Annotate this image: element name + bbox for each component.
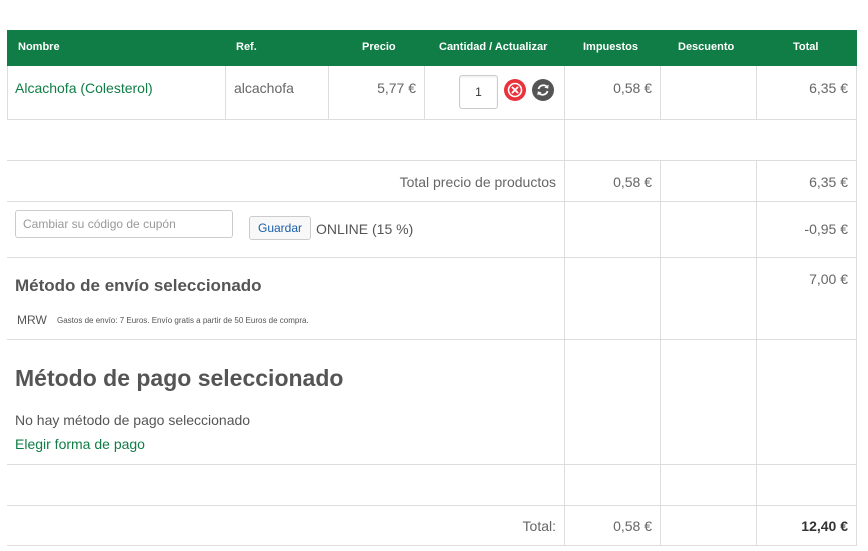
header-ref: Ref.	[236, 41, 257, 53]
subtotal-tax: 0,58 €	[613, 174, 652, 190]
divider	[856, 66, 857, 545]
payment-heading: Método de pago seleccionado	[15, 365, 344, 391]
subtotal-total: 6,35 €	[809, 174, 848, 190]
divider	[7, 257, 857, 258]
header-descuento: Descuento	[678, 41, 735, 53]
divider	[756, 66, 757, 119]
header-impuestos: Impuestos	[583, 41, 639, 53]
divider	[7, 119, 857, 120]
divider	[660, 160, 661, 545]
divider	[328, 66, 329, 119]
shipping-note: Gastos de envío: 7 Euros. Envío gratis a…	[57, 316, 309, 325]
refresh-icon	[537, 84, 549, 96]
shipping-carrier: MRW	[17, 313, 47, 327]
product-tax: 0,58 €	[613, 80, 652, 96]
header-precio: Precio	[362, 41, 396, 53]
header-total: Total	[793, 41, 819, 53]
refresh-button[interactable]	[532, 79, 554, 101]
divider	[7, 464, 857, 465]
divider	[7, 545, 857, 546]
divider	[7, 201, 857, 202]
product-total: 6,35 €	[809, 80, 848, 96]
divider	[7, 505, 857, 506]
shipping-cost: 7,00 €	[809, 271, 848, 287]
table-header: Nombre Ref. Precio Cantidad / Actualizar…	[7, 30, 857, 66]
product-ref: alcachofa	[234, 80, 294, 96]
save-coupon-button[interactable]: Guardar	[249, 216, 311, 240]
close-circle-icon	[507, 82, 523, 98]
shipping-heading: Método de envío seleccionado	[15, 276, 262, 295]
remove-button[interactable]	[504, 79, 526, 101]
coupon-discount: -0,95 €	[804, 221, 848, 237]
divider	[564, 66, 565, 545]
divider	[660, 66, 661, 119]
grand-total-tax: 0,58 €	[613, 518, 652, 534]
divider	[7, 160, 857, 161]
quantity-input[interactable]: 1	[459, 75, 498, 109]
divider	[225, 66, 226, 119]
grand-total-value: 12,40 €	[801, 518, 848, 534]
coupon-applied: ONLINE (15 %)	[316, 221, 414, 237]
payment-none-text: No hay método de pago seleccionado	[15, 412, 251, 428]
divider	[7, 66, 8, 119]
grand-total-label: Total:	[522, 518, 556, 534]
divider	[756, 160, 757, 545]
header-cantidad: Cantidad / Actualizar	[439, 41, 548, 53]
product-price: 5,77 €	[377, 80, 416, 96]
coupon-input[interactable]	[15, 210, 233, 238]
header-nombre: Nombre	[18, 41, 60, 53]
divider	[7, 339, 857, 340]
divider	[424, 66, 425, 119]
product-name-link[interactable]: Alcachofa (Colesterol)	[15, 80, 153, 96]
choose-payment-link[interactable]: Elegir forma de pago	[15, 436, 145, 452]
subtotal-label: Total precio de productos	[399, 174, 556, 190]
